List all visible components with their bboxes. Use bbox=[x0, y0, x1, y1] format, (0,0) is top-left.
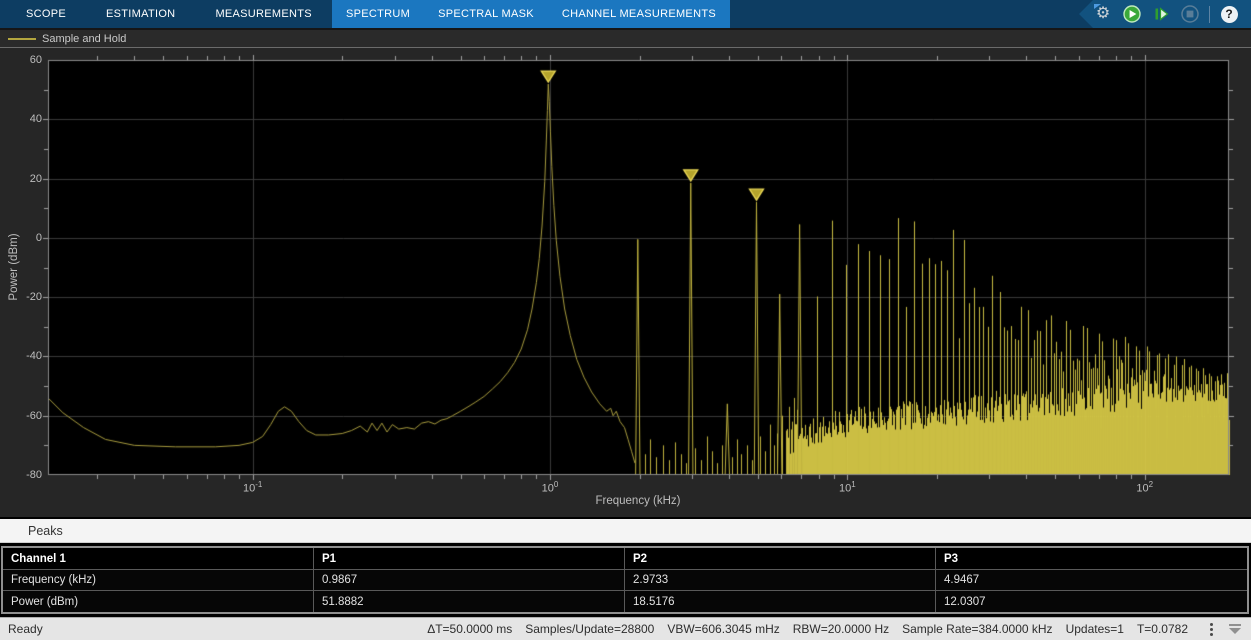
tab-measurements[interactable]: MEASUREMENTS bbox=[195, 0, 332, 28]
y-tick-label: 40 bbox=[8, 113, 42, 125]
value-cell: 2.9733 bbox=[625, 570, 936, 591]
value-cell: 12.0307 bbox=[936, 591, 1247, 612]
toolstrip-tabs: SCOPEESTIMATIONMEASUREMENTS SPECTRUMSPEC… bbox=[0, 0, 1251, 28]
peaks-header-cell-p2: P2 bbox=[625, 548, 936, 570]
contextual-tab-group: SPECTRUMSPECTRAL MASKCHANNEL MEASUREMENT… bbox=[332, 0, 730, 28]
dock-icon[interactable] bbox=[1229, 624, 1241, 634]
legend-label: Sample and Hold bbox=[42, 33, 126, 45]
legend-line-swatch bbox=[8, 38, 36, 40]
x-tick-label: 102 bbox=[1136, 480, 1153, 495]
status-menu-kebab-icon[interactable] bbox=[1210, 623, 1213, 636]
y-tick-label: -60 bbox=[8, 410, 42, 422]
y-tick-label: -40 bbox=[8, 350, 42, 362]
screenshot-settings-icon[interactable]: ⚙ bbox=[1093, 4, 1113, 24]
status-item: Updates=1 bbox=[1066, 622, 1124, 636]
legend-bar: Sample and Hold bbox=[0, 28, 1251, 48]
peaks-panel-title: Peaks bbox=[28, 524, 63, 538]
step-forward-button[interactable] bbox=[1151, 4, 1171, 24]
status-item: Samples/Update=28800 bbox=[525, 622, 654, 636]
peaks-table-row-frequency-khz-: Frequency (kHz)0.98672.97334.9467 bbox=[3, 570, 1247, 591]
x-tick-label: 10-1 bbox=[243, 480, 262, 495]
status-item: T=0.0782 bbox=[1137, 622, 1188, 636]
y-tick-label: -80 bbox=[8, 469, 42, 481]
x-axis-title: Frequency (kHz) bbox=[438, 495, 838, 507]
status-item: Sample Rate=384.0000 kHz bbox=[902, 622, 1052, 636]
stop-button[interactable] bbox=[1180, 4, 1200, 24]
value-cell: 4.9467 bbox=[936, 570, 1247, 591]
peaks-header-cell-p1: P1 bbox=[314, 548, 625, 570]
y-axis-title: Power (dBm) bbox=[8, 187, 22, 347]
help-icon: ? bbox=[1221, 6, 1238, 23]
step-forward-icon bbox=[1151, 4, 1171, 24]
tab-spectrum[interactable]: SPECTRUM bbox=[332, 0, 424, 28]
peaks-table-row-power-dbm-: Power (dBm)51.888218.517612.0307 bbox=[3, 591, 1247, 612]
peaks-header-cell-channel-1: Channel 1 bbox=[3, 548, 314, 570]
help-button[interactable]: ? bbox=[1219, 4, 1239, 24]
status-measurement-readouts: ΔT=50.0000 ms Samples/Update=28800 VBW=606… bbox=[427, 622, 1188, 636]
peaks-panel-header: Peaks bbox=[0, 519, 1251, 543]
spectrum-plot-panel: 6040200-20-40-60-80 10-1100101102 Power … bbox=[0, 48, 1251, 517]
peaks-header-cell-p3: P3 bbox=[936, 548, 1247, 570]
status-bar: Ready ΔT=50.0000 ms Samples/Update=28800 V… bbox=[0, 617, 1251, 640]
toolbar-divider bbox=[1209, 6, 1210, 23]
value-cell: 18.5176 bbox=[625, 591, 936, 612]
x-tick-label: 100 bbox=[542, 480, 559, 495]
spectrum-plot-canvas[interactable] bbox=[0, 48, 1251, 517]
value-cell: 51.8882 bbox=[314, 591, 625, 612]
toolstrip-actions: ⚙ ? bbox=[1079, 0, 1251, 28]
y-tick-label: 60 bbox=[8, 54, 42, 66]
play-icon bbox=[1122, 4, 1142, 24]
peaks-table: Channel 1P1P2P3Frequency (kHz)0.98672.97… bbox=[1, 546, 1249, 614]
tab-spectral-mask[interactable]: SPECTRAL MASK bbox=[424, 0, 548, 28]
tab-scope[interactable]: SCOPE bbox=[6, 0, 86, 28]
run-button[interactable] bbox=[1122, 4, 1142, 24]
main-tab-group: SCOPEESTIMATIONMEASUREMENTS bbox=[6, 0, 332, 28]
status-ready-text: Ready bbox=[8, 622, 43, 636]
stop-icon bbox=[1180, 4, 1200, 24]
status-item: VBW=606.3045 mHz bbox=[667, 622, 779, 636]
status-item: RBW=20.0000 Hz bbox=[793, 622, 889, 636]
x-tick-label: 101 bbox=[839, 480, 856, 495]
tab-estimation[interactable]: ESTIMATION bbox=[86, 0, 195, 28]
flag-icon bbox=[1094, 4, 1101, 9]
row-label-cell: Frequency (kHz) bbox=[3, 570, 314, 591]
value-cell: 0.9867 bbox=[314, 570, 625, 591]
peaks-panel: Peaks Channel 1P1P2P3Frequency (kHz)0.98… bbox=[0, 517, 1251, 617]
row-label-cell: Power (dBm) bbox=[3, 591, 314, 612]
peaks-table-header-row: Channel 1P1P2P3 bbox=[3, 548, 1247, 570]
status-item: ΔT=50.0000 ms bbox=[427, 622, 512, 636]
tab-channel-measurements[interactable]: CHANNEL MEASUREMENTS bbox=[548, 0, 730, 28]
spectrum-analyzer-window: SCOPEESTIMATIONMEASUREMENTS SPECTRUMSPEC… bbox=[0, 0, 1251, 640]
legend-item-sample-and-hold[interactable]: Sample and Hold bbox=[8, 33, 126, 45]
y-tick-label: 20 bbox=[8, 173, 42, 185]
